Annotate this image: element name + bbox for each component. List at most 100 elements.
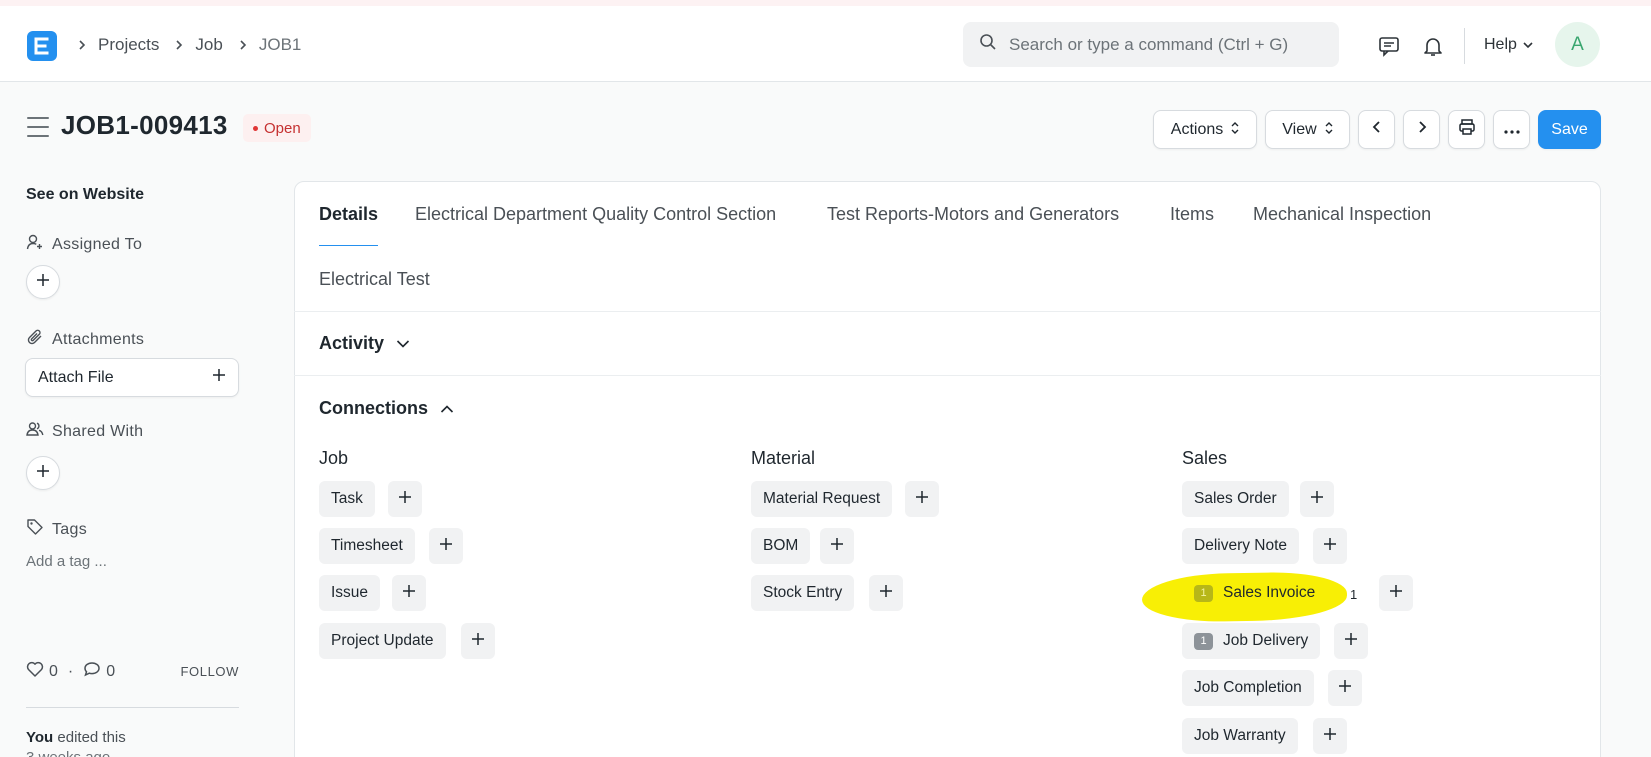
bell-icon[interactable] [1419, 32, 1447, 60]
add-sales-invoice-button[interactable] [1379, 575, 1413, 611]
plus-icon [398, 490, 412, 508]
comment-count-button[interactable]: 0 [83, 661, 115, 682]
plus-icon [1310, 490, 1324, 508]
breadcrumb: Projects Job JOB1 [72, 35, 311, 55]
add-job-warranty-button[interactable] [1313, 718, 1347, 754]
breadcrumb-job[interactable]: Job [195, 35, 222, 55]
chevron-down-icon [396, 333, 410, 354]
ellipsis-icon [1503, 121, 1520, 139]
activity-summary: You edited this [26, 729, 126, 746]
chevron-down-icon [1523, 36, 1533, 54]
comment-icon [83, 661, 101, 682]
app-logo[interactable] [27, 31, 57, 61]
attachments-label: Attachments [26, 328, 144, 351]
breadcrumb-projects[interactable]: Projects [98, 35, 159, 55]
activity-time: 3 weeks ago [26, 749, 110, 757]
add-task-button[interactable] [388, 481, 422, 517]
search-icon [979, 33, 997, 56]
assigned-to-label: Assigned To [26, 233, 142, 256]
actions-button[interactable]: Actions [1153, 110, 1257, 149]
tags-text: Tags [52, 520, 87, 538]
plus-icon [879, 584, 893, 602]
plus-icon [212, 368, 226, 387]
connection-sales-invoice[interactable]: 1 Sales Invoice [1182, 575, 1327, 611]
section-divider [294, 375, 1601, 376]
plus-icon [471, 632, 485, 650]
like-button[interactable]: 0 [26, 661, 58, 682]
social-bar: 0 · 0 FOLLOW [26, 661, 239, 682]
plus-icon [402, 584, 416, 602]
sidebar-divider [26, 707, 239, 708]
help-dropdown[interactable]: Help [1484, 36, 1533, 54]
add-job-delivery-button[interactable] [1334, 623, 1368, 659]
tab-test-reports[interactable]: Test Reports-Motors and Generators [827, 204, 1119, 225]
sales-invoice-count-badge: 1 [1194, 584, 1213, 602]
tab-mechanical-inspection[interactable]: Mechanical Inspection [1253, 204, 1431, 225]
add-job-completion-button[interactable] [1328, 670, 1362, 706]
connection-delivery-note[interactable]: Delivery Note [1182, 528, 1300, 564]
social-separator: · [67, 662, 74, 680]
chat-icon[interactable] [1375, 32, 1403, 60]
more-options-button[interactable] [1493, 110, 1530, 149]
connection-material-request[interactable]: Material Request [751, 481, 893, 517]
status-badge: Open [243, 114, 311, 142]
plus-icon [36, 273, 50, 291]
connection-timesheet[interactable]: Timesheet [319, 528, 415, 564]
connection-job-completion[interactable]: Job Completion [1182, 670, 1314, 706]
tab-electrical-department-qc[interactable]: Electrical Department Quality Control Se… [415, 204, 776, 225]
add-delivery-note-button[interactable] [1313, 528, 1347, 564]
connection-project-update[interactable]: Project Update [319, 623, 446, 659]
connection-stock-entry[interactable]: Stock Entry [751, 575, 855, 611]
page-title: JOB1-009413 [61, 110, 228, 140]
see-on-website-link[interactable]: See on Website [26, 186, 144, 204]
tab-electrical-test[interactable]: Electrical Test [319, 269, 430, 290]
add-sales-order-button[interactable] [1300, 481, 1334, 517]
next-record-button[interactable] [1403, 110, 1440, 149]
add-assignee-button[interactable] [26, 265, 60, 299]
add-material-request-button[interactable] [905, 481, 939, 517]
add-timesheet-button[interactable] [429, 528, 463, 564]
search-input[interactable] [1009, 34, 1329, 55]
attach-file-button[interactable]: Attach File [25, 358, 239, 397]
status-dot [253, 125, 258, 131]
add-project-update-button[interactable] [461, 623, 495, 659]
chevron-right-icon [169, 35, 189, 55]
print-button[interactable] [1448, 110, 1485, 149]
activity-user: You [26, 729, 54, 746]
search-bar[interactable] [963, 22, 1339, 67]
form-card [294, 181, 1601, 757]
connection-bom[interactable]: BOM [751, 528, 811, 564]
add-issue-button[interactable] [392, 575, 426, 611]
job-delivery-label: Job Delivery [1223, 632, 1309, 649]
view-label: View [1282, 120, 1317, 138]
add-share-button[interactable] [26, 456, 60, 490]
plus-icon [830, 537, 844, 555]
hamburger-menu-icon[interactable] [27, 117, 49, 137]
connection-job-delivery[interactable]: 1 Job Delivery [1182, 623, 1321, 659]
navbar-divider [1464, 28, 1465, 64]
plus-icon [1344, 632, 1358, 650]
view-button[interactable]: View [1265, 110, 1350, 149]
like-count: 0 [49, 662, 58, 680]
tab-details[interactable]: Details [319, 204, 378, 225]
connection-job-warranty[interactable]: Job Warranty [1182, 718, 1298, 754]
connection-sales-order[interactable]: Sales Order [1182, 481, 1289, 517]
add-bom-button[interactable] [820, 528, 854, 564]
breadcrumb-current[interactable]: JOB1 [259, 35, 301, 55]
follow-button[interactable]: FOLLOW [181, 664, 240, 679]
connection-issue[interactable]: Issue [319, 575, 381, 611]
tab-items[interactable]: Items [1170, 204, 1214, 225]
paperclip-icon [26, 328, 44, 351]
user-avatar[interactable]: A [1555, 22, 1600, 67]
save-button[interactable]: Save [1538, 110, 1601, 149]
chevron-right-icon [72, 35, 92, 55]
connection-task[interactable]: Task [319, 481, 375, 517]
shared-with-text: Shared With [52, 422, 144, 440]
connections-section-toggle[interactable]: Connections [319, 398, 454, 419]
activity-section-toggle[interactable]: Activity [319, 333, 410, 354]
add-stock-entry-button[interactable] [869, 575, 903, 611]
plus-icon [439, 537, 453, 555]
previous-record-button[interactable] [1358, 110, 1395, 149]
comment-count: 0 [106, 662, 116, 680]
add-tag-link[interactable]: Add a tag ... [26, 553, 107, 570]
